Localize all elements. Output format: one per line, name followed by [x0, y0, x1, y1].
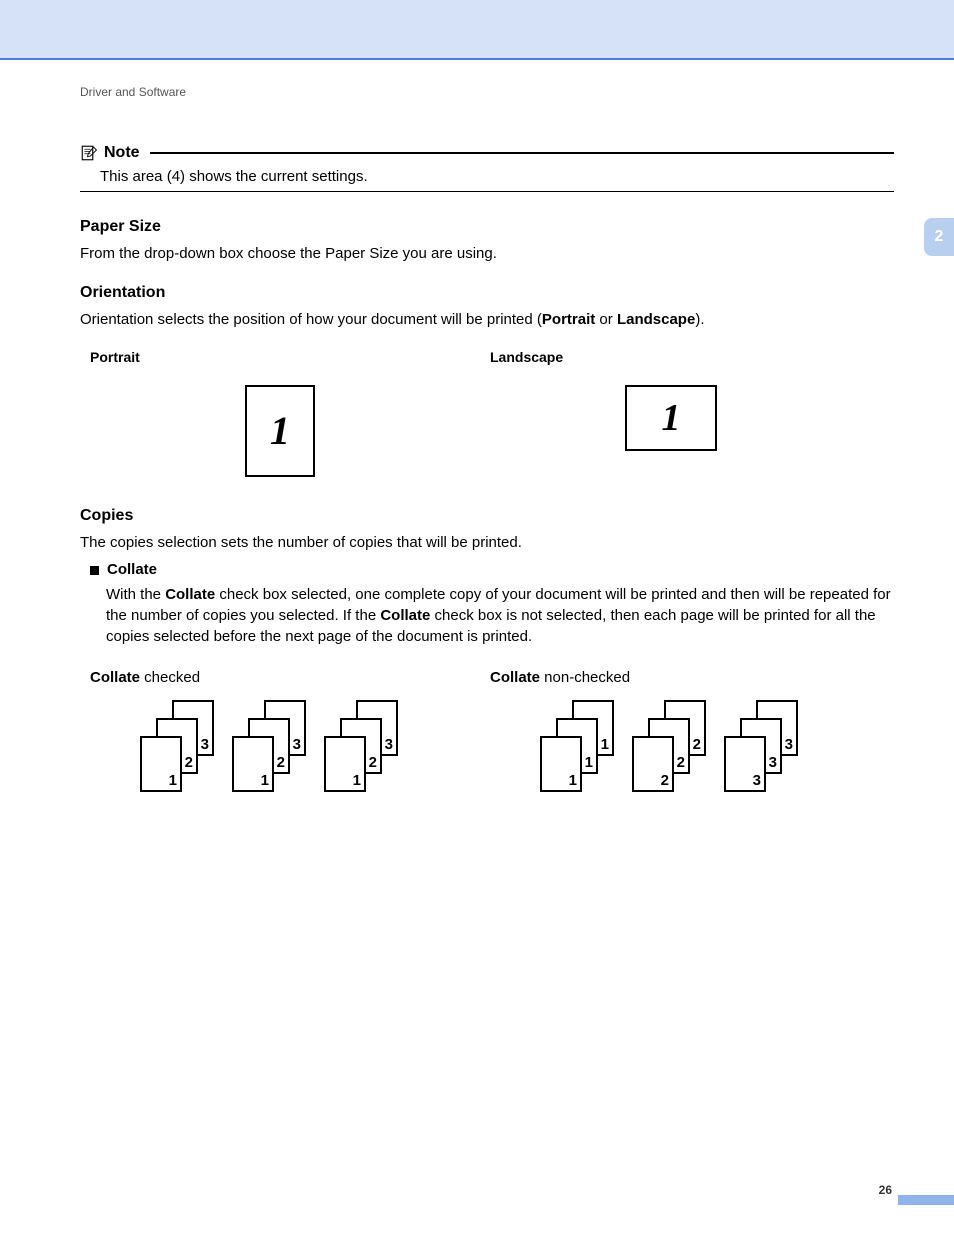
collate-col-nonchecked: Collate non-checked 1 1 1 2 2 2 3 3 3 — [480, 669, 880, 792]
label-collate-checked: Collate checked — [90, 669, 480, 686]
portrait-sample-page: 1 — [245, 385, 315, 477]
heading-paper-size: Paper Size — [80, 218, 894, 236]
sheet-num: 3 — [785, 736, 793, 753]
sheet: 3 — [724, 736, 766, 792]
heading-orientation: Orientation — [80, 284, 894, 302]
stack: 1 1 1 — [540, 700, 616, 792]
sheet: 1 — [324, 736, 366, 792]
stack: 3 3 3 — [724, 700, 800, 792]
stack: 3 2 1 — [324, 700, 400, 792]
heading-copies: Copies — [80, 507, 894, 525]
header-band — [0, 0, 954, 60]
landscape-sample-page: 1 — [625, 385, 717, 451]
sheet: 1 — [232, 736, 274, 792]
stack: 3 2 1 — [140, 700, 216, 792]
bullet-label-collate: Collate — [107, 561, 157, 578]
bullet-collate: Collate — [90, 561, 894, 578]
sheet: 1 — [140, 736, 182, 792]
label-collate-checked-bold: Collate — [90, 669, 140, 686]
collate-bold-2: Collate — [380, 607, 430, 624]
orientation-col-landscape: Landscape 1 — [480, 349, 880, 477]
stacks-checked: 3 2 1 3 2 1 3 2 1 — [140, 700, 480, 792]
sheet-num: 3 — [201, 736, 209, 753]
sheet-num: 1 — [601, 736, 609, 753]
collate-bold-1: Collate — [165, 586, 215, 603]
note-label: Note — [104, 144, 140, 162]
orientation-text-pre: Orientation selects the position of how … — [80, 311, 542, 328]
collate-text-1: With the — [106, 586, 165, 603]
chapter-tab: 2 — [924, 218, 954, 256]
sheet-num: 2 — [661, 772, 669, 789]
bullet-square-icon — [90, 566, 99, 575]
sheet-num: 3 — [769, 754, 777, 771]
text-orientation: Orientation selects the position of how … — [80, 310, 894, 330]
page-number-bar — [898, 1195, 954, 1205]
text-paper-size: From the drop-down box choose the Paper … — [80, 244, 894, 264]
sheet-num: 2 — [369, 754, 377, 771]
collate-col-checked: Collate checked 3 2 1 3 2 1 3 2 1 — [80, 669, 480, 792]
sheet-num: 1 — [585, 754, 593, 771]
label-collate-nonchecked: Collate non-checked — [490, 669, 880, 686]
sheet-num: 1 — [353, 772, 361, 789]
sheet-num: 2 — [185, 754, 193, 771]
page-content: Driver and Software Note This area (4) s… — [80, 85, 894, 792]
sheet: 1 — [540, 736, 582, 792]
text-copies: The copies selection sets the number of … — [80, 533, 894, 553]
sheet-num: 2 — [677, 754, 685, 771]
collate-examples-row: Collate checked 3 2 1 3 2 1 3 2 1 — [80, 669, 894, 792]
sheet-num: 1 — [169, 772, 177, 789]
orientation-text-post: ). — [695, 311, 704, 328]
orientation-bold-landscape: Landscape — [617, 311, 695, 328]
sheet: 2 — [632, 736, 674, 792]
sheet-num: 3 — [385, 736, 393, 753]
note-block: Note This area (4) shows the current set… — [80, 144, 894, 192]
orientation-bold-portrait: Portrait — [542, 311, 595, 328]
sheet-num: 1 — [569, 772, 577, 789]
stack: 2 2 2 — [632, 700, 708, 792]
label-collate-nonchecked-rest: non-checked — [540, 669, 630, 686]
orientation-col-portrait: Portrait 1 — [80, 349, 480, 477]
stacks-nonchecked: 1 1 1 2 2 2 3 3 3 — [540, 700, 880, 792]
note-body: This area (4) shows the current settings… — [100, 168, 894, 185]
label-landscape: Landscape — [490, 349, 880, 365]
sheet-num: 2 — [693, 736, 701, 753]
label-collate-checked-rest: checked — [140, 669, 200, 686]
sheet-num: 3 — [293, 736, 301, 753]
stack: 3 2 1 — [232, 700, 308, 792]
text-collate-body: With the Collate check box selected, one… — [106, 584, 894, 647]
label-collate-nonchecked-bold: Collate — [490, 669, 540, 686]
sheet-num: 1 — [261, 772, 269, 789]
breadcrumb: Driver and Software — [80, 85, 894, 99]
note-rule-bottom — [80, 191, 894, 192]
page-number: 26 — [879, 1183, 892, 1197]
orientation-text-mid: or — [595, 311, 617, 328]
note-icon — [80, 144, 98, 162]
orientation-examples-row: Portrait 1 Landscape 1 — [80, 349, 894, 477]
sheet-num: 2 — [277, 754, 285, 771]
note-rule-top — [150, 152, 894, 154]
label-portrait: Portrait — [90, 349, 480, 365]
sheet-num: 3 — [753, 772, 761, 789]
